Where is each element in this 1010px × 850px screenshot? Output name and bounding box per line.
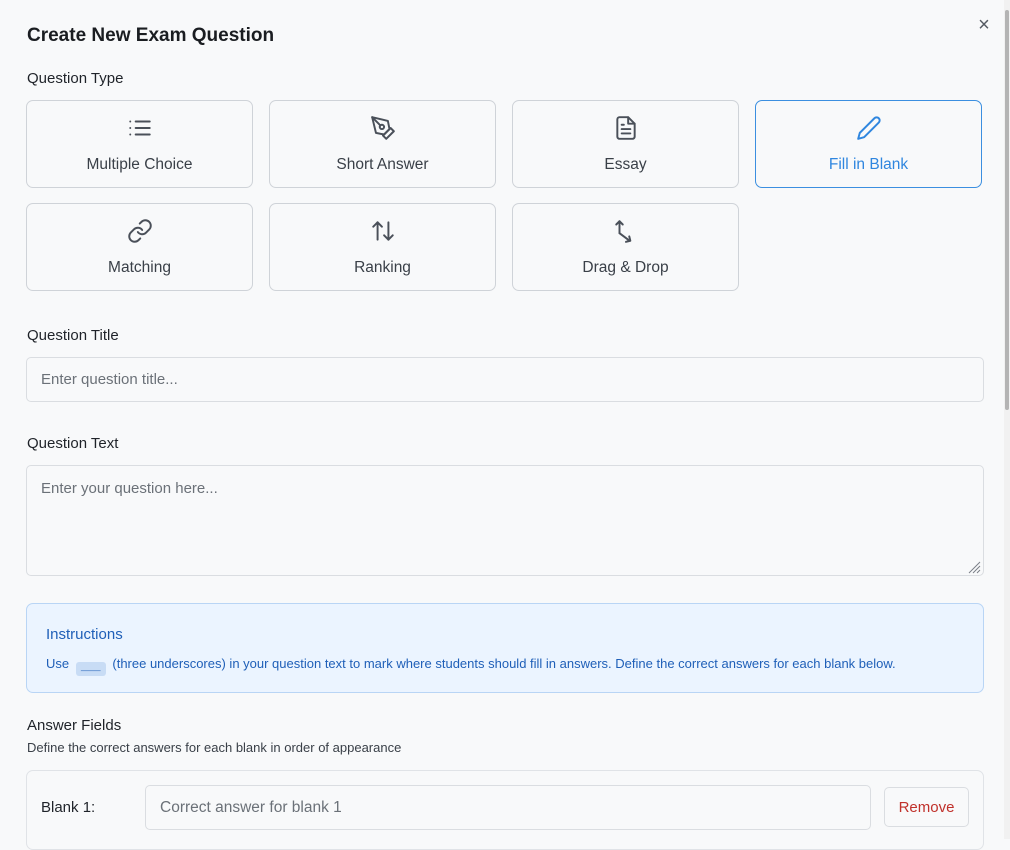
close-icon[interactable]: × xyxy=(974,14,994,36)
type-card-label: Multiple Choice xyxy=(86,156,193,173)
question-title-label: Question Title xyxy=(27,327,119,344)
create-question-dialog: Create New Exam Question × Question Type… xyxy=(0,0,1004,850)
link-icon xyxy=(127,218,153,244)
arrows-up-down-icon xyxy=(370,218,396,244)
resize-grip-icon[interactable] xyxy=(966,559,981,574)
blank-answer-input[interactable] xyxy=(145,785,871,830)
type-card-ranking[interactable]: Ranking xyxy=(269,203,496,291)
type-card-label: Matching xyxy=(108,259,171,276)
remove-blank-button[interactable]: Remove xyxy=(884,787,969,827)
underscore-code-chip: ___ xyxy=(75,662,106,676)
type-card-label: Essay xyxy=(604,156,647,173)
type-card-matching[interactable]: Matching xyxy=(26,203,253,291)
type-card-label: Fill in Blank xyxy=(828,156,909,173)
instructions-text-after: (three underscores) in your question tex… xyxy=(112,656,896,671)
instructions-title: Instructions xyxy=(46,626,123,643)
blank-label: Blank 1: xyxy=(41,799,96,816)
question-text-label: Question Text xyxy=(27,435,119,452)
type-card-multiple-choice[interactable]: Multiple Choice xyxy=(26,100,253,188)
question-type-label: Question Type xyxy=(27,70,124,87)
answer-fields-title: Answer Fields xyxy=(27,717,122,734)
type-card-label: Short Answer xyxy=(336,156,429,173)
answer-fields-subtitle: Define the correct answers for each blan… xyxy=(27,740,402,755)
dialog-title: Create New Exam Question xyxy=(27,25,275,46)
type-card-fill-in-blank[interactable]: Fill in Blank xyxy=(755,100,982,188)
instructions-text: Use ___ (three underscores) in your ques… xyxy=(46,656,896,676)
move-arrow-icon xyxy=(613,218,639,244)
pen-tool-icon xyxy=(370,115,396,141)
file-text-icon xyxy=(613,115,639,141)
type-card-label: Drag & Drop xyxy=(582,259,669,276)
type-card-label: Ranking xyxy=(354,259,411,276)
instructions-text-before: Use xyxy=(46,656,70,671)
type-card-short-answer[interactable]: Short Answer xyxy=(269,100,496,188)
question-text-input[interactable] xyxy=(26,465,984,576)
type-card-drag-drop[interactable]: Drag & Drop xyxy=(512,203,739,291)
scrollbar-thumb[interactable] xyxy=(1005,10,1009,410)
instructions-box: Instructions Use ___ (three underscores)… xyxy=(26,603,984,693)
type-card-essay[interactable]: Essay xyxy=(512,100,739,188)
question-title-input[interactable] xyxy=(26,357,984,402)
pencil-icon xyxy=(856,115,882,141)
list-icon xyxy=(127,115,153,141)
scrollbar[interactable] xyxy=(1004,0,1010,839)
